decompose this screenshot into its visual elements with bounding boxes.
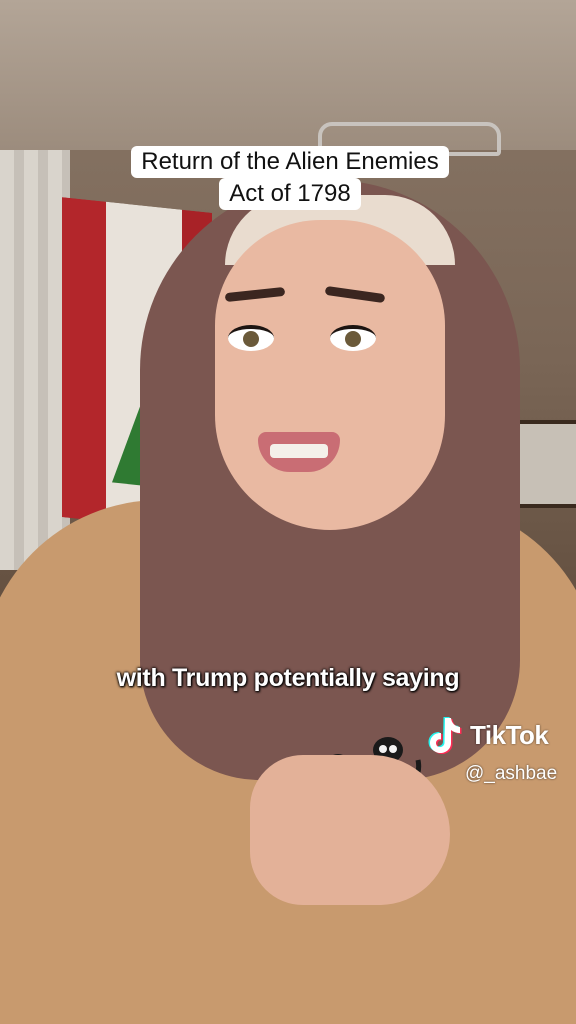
tiktok-watermark: TikTok (428, 713, 549, 757)
creator-handle: @_ashbae (465, 763, 558, 784)
background-curtain (0, 150, 70, 570)
person-eye-right (330, 325, 376, 351)
person-teeth (270, 444, 328, 458)
tiktok-logo-icon (428, 715, 464, 755)
video-frame[interactable]: Return of the Alien Enemies Act of 1798 … (0, 0, 576, 1024)
tiktok-brand-label: TikTok (470, 719, 549, 750)
person-eye-left (228, 325, 274, 351)
wall-picture (512, 420, 576, 508)
video-subtitle: with Trump potentially saying (116, 664, 460, 692)
person-face (215, 220, 445, 530)
person-hand (250, 755, 450, 905)
caption-line-2: Act of 1798 (219, 178, 361, 210)
caption-line-1: Return of the Alien Enemies (131, 146, 449, 178)
caption-box: Return of the Alien Enemies Act of 1798 (118, 146, 462, 210)
